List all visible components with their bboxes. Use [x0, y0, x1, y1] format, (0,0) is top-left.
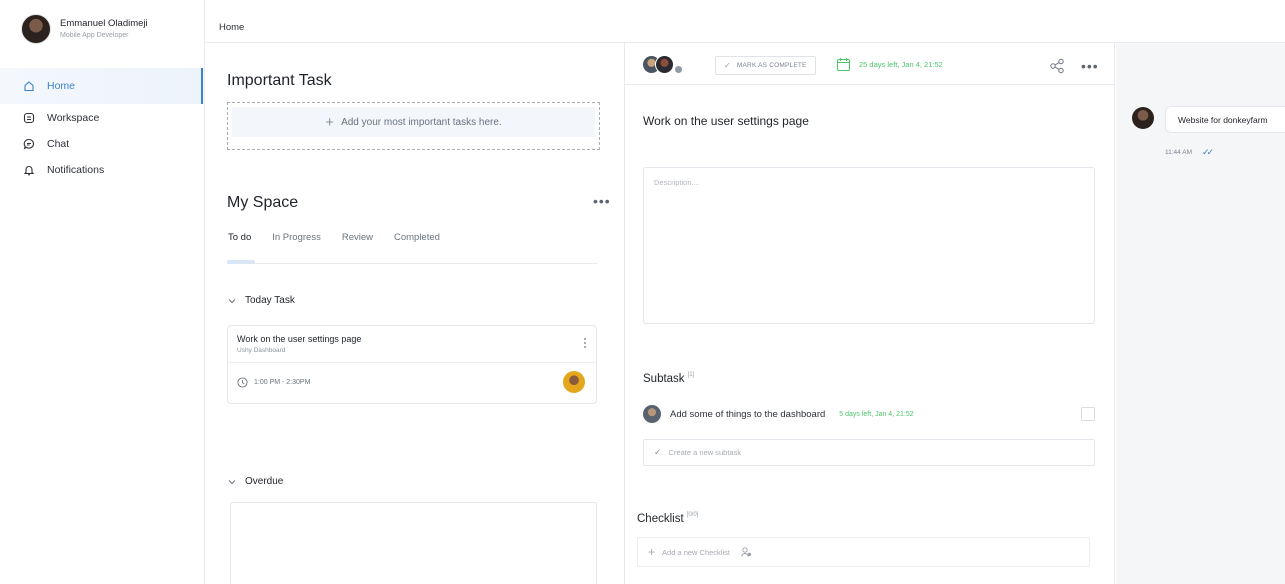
task-detail-more-icon[interactable]: ••• — [1081, 59, 1099, 73]
plus-icon: + — [648, 545, 656, 559]
user-name: Emmanuel Oladimeji — [60, 17, 148, 29]
important-task-dropzone: + Add your most important tasks here. — [227, 102, 600, 150]
sidebar-item-label: Workspace — [47, 112, 100, 124]
overdue-section-toggle[interactable]: Overdue — [227, 476, 283, 487]
tab-to-do[interactable]: To do — [227, 232, 251, 263]
tab-in-progress[interactable]: In Progress — [271, 232, 321, 263]
my-space-heading: My Space — [227, 194, 299, 211]
chat-message-meta: 11:44 AM ✓✓ — [1165, 147, 1214, 158]
share-icon[interactable] — [1049, 58, 1065, 74]
today-task-section-toggle[interactable]: Today Task — [227, 295, 295, 306]
add-checklist-label: Add a new Checklist — [662, 547, 730, 557]
sidebar-item-label: Chat — [47, 138, 70, 150]
task-detail-toolbar: ✓ MARK AS COMPLETE 25 days left, Jan 4, … — [625, 43, 1115, 85]
subtask-title[interactable]: Add some of things to the dashboard — [670, 409, 825, 420]
checklist-count: [0/0] — [686, 512, 699, 518]
check-icon: ✓ — [724, 61, 731, 70]
sidebar-item-notifications[interactable]: Notifications — [0, 157, 203, 183]
subtask-checkbox[interactable] — [1081, 407, 1095, 421]
new-subtask-input[interactable] — [668, 448, 1069, 457]
user-avatar — [21, 14, 51, 44]
divider — [228, 362, 596, 363]
sidebar-item-chat[interactable]: Chat — [0, 131, 203, 157]
avatar — [643, 405, 661, 423]
chat-message-time: 11:44 AM — [1165, 149, 1192, 156]
avatar — [655, 55, 674, 74]
chat-message-bubble[interactable]: Website for donkeyfarm — [1165, 106, 1285, 133]
task-more-icon[interactable] — [584, 338, 587, 350]
checklist-heading: Checklist [0/0] — [637, 512, 698, 525]
task-time: 1:00 PM - 2:30PM — [237, 377, 310, 388]
assignees-avatar-stack[interactable] — [642, 55, 694, 75]
sidebar-item-workspace[interactable]: Workspace — [0, 105, 203, 131]
read-receipt-icon: ✓✓ — [1201, 147, 1214, 157]
sidebar-item-label: Notifications — [47, 164, 105, 176]
due-date[interactable]: 25 days left, Jan 4, 21:52 — [836, 57, 943, 72]
chat-panel: Website for donkeyfarm 11:44 AM ✓✓ — [1116, 43, 1285, 584]
mark-as-complete-button[interactable]: ✓ MARK AS COMPLETE — [715, 56, 816, 75]
add-important-task-label: Add your most important tasks here. — [341, 116, 502, 128]
sidebar-nav: Home Workspace Chat Notifications — [0, 68, 203, 183]
calendar-icon — [837, 58, 850, 71]
sidebar-item-home[interactable]: Home — [0, 68, 203, 104]
workspace-icon — [23, 112, 35, 124]
assignee-avatar[interactable] — [563, 371, 585, 393]
bell-icon — [23, 164, 35, 176]
task-detail-panel: ✓ MARK AS COMPLETE 25 days left, Jan 4, … — [625, 43, 1115, 584]
add-checklist-button[interactable]: + Add a new Checklist — [637, 537, 1090, 567]
sidebar: Emmanuel Oladimeji Mobile App Developer … — [0, 0, 205, 584]
profile-text: Emmanuel Oladimeji Mobile App Developer — [60, 18, 148, 41]
my-space-more-icon[interactable]: ••• — [593, 194, 611, 208]
important-task-heading: Important Task — [227, 72, 332, 89]
description-field[interactable] — [643, 167, 1095, 324]
active-tab-indicator — [227, 260, 255, 264]
breadcrumb[interactable]: Home — [219, 22, 244, 33]
task-time-range: 1:00 PM - 2:30PM — [254, 379, 311, 386]
task-title: Work on the user settings page — [237, 334, 362, 344]
subtask-heading-label: Subtask — [643, 373, 685, 385]
checklist-heading-label: Checklist — [637, 513, 684, 525]
user-profile[interactable]: Emmanuel Oladimeji Mobile App Developer — [21, 14, 148, 44]
mark-as-complete-label: MARK AS COMPLETE — [736, 62, 807, 69]
tab-review[interactable]: Review — [341, 232, 373, 263]
task-card[interactable]: Work on the user settings page Ushy Dash… — [227, 325, 597, 404]
chevron-down-icon — [228, 298, 236, 303]
chevron-down-icon — [228, 479, 236, 484]
clock-icon — [237, 377, 248, 388]
subtask-count: [1] — [687, 372, 695, 378]
subtask-row[interactable]: Add some of things to the dashboard 5 da… — [643, 405, 1095, 423]
sidebar-item-label: Home — [47, 80, 76, 92]
tab-completed[interactable]: Completed — [393, 232, 440, 263]
chat-avatar — [1132, 107, 1154, 129]
add-assignee-icon[interactable] — [674, 65, 683, 74]
check-icon: ✓ — [654, 447, 662, 457]
task-detail-title[interactable]: Work on the user settings page — [643, 114, 809, 128]
subtask-due-date: 5 days left, Jan 4, 21:52 — [839, 410, 914, 418]
new-subtask-field-wrap: ✓ — [643, 439, 1095, 466]
chat-icon — [23, 138, 35, 150]
add-important-task-button[interactable]: + Add your most important tasks here. — [232, 107, 595, 137]
assign-user-icon[interactable] — [740, 546, 752, 558]
due-date-label: 25 days left, Jan 4, 21:52 — [859, 60, 943, 69]
subtask-heading: Subtask [1] — [643, 372, 694, 385]
overdue-heading: Overdue — [245, 476, 284, 487]
overdue-task-card[interactable] — [230, 502, 597, 584]
home-icon — [23, 80, 35, 92]
user-role: Mobile App Developer — [60, 31, 129, 39]
plus-icon: + — [325, 113, 335, 131]
task-list-panel: Important Task + Add your most important… — [205, 43, 625, 584]
chat-message-text: Website for donkeyfarm — [1178, 114, 1268, 125]
task-project: Ushy Dashboard — [237, 347, 286, 354]
my-space-tabs: To do In Progress Review Completed — [227, 232, 598, 264]
today-task-heading: Today Task — [245, 295, 295, 306]
top-bar: Home — [205, 0, 1285, 43]
